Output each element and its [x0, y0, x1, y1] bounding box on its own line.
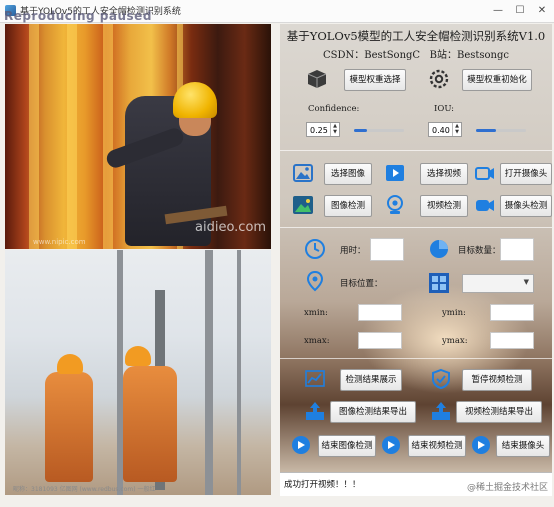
worker-figure — [123, 366, 177, 482]
target-count-field — [500, 238, 534, 261]
section-divider — [280, 150, 552, 151]
model-weight-init-button[interactable]: 模型权重初始化 — [462, 69, 532, 91]
select-video-button[interactable]: 选择视频 — [420, 163, 468, 185]
ymax-label: ymax: — [442, 336, 468, 346]
status-message: 成功打开视频！！！ — [284, 480, 361, 490]
rig-pole — [205, 250, 213, 495]
stop-icon — [292, 436, 310, 454]
maximize-button[interactable]: ☐ — [510, 2, 530, 20]
section-divider — [280, 358, 552, 359]
iou-label: IOU: — [434, 104, 455, 114]
video-file-icon — [386, 165, 404, 181]
target-select-dropdown[interactable]: ▼ — [462, 274, 534, 293]
app-heading: 基于YOLOv5模型的工人安全帽检测识别系统V1.0 — [286, 29, 546, 43]
ymin-field — [490, 304, 534, 321]
image-watermark-logo: aidieo.com — [195, 220, 267, 235]
iou-slider[interactable] — [476, 129, 526, 132]
safety-helmet — [173, 82, 217, 118]
target-count-label: 目标数量： — [458, 246, 501, 256]
csdn-value: BestSongC — [364, 50, 421, 61]
xmin-label: xmin: — [304, 308, 328, 318]
author-info: CSDN：BestSongC B站：Bestsongc — [280, 46, 552, 61]
ymax-field — [490, 332, 534, 349]
ymin-label: ymin: — [442, 308, 466, 318]
detection-image-display: aidieo.com www.nipic.com — [5, 24, 271, 249]
webcam-icon — [387, 195, 403, 214]
confidence-value: 0.25 — [310, 126, 328, 135]
chevron-down-icon: ▼ — [523, 278, 529, 286]
end-image-detect-button[interactable]: 结束图像检测 — [318, 435, 376, 457]
xmin-field — [358, 304, 402, 321]
grid-icon — [429, 273, 449, 293]
location-pin-icon — [306, 270, 324, 292]
image-icon — [293, 164, 313, 182]
confidence-slider-fill — [354, 129, 367, 132]
safety-helmet — [57, 354, 83, 374]
section-divider — [280, 227, 552, 228]
scaffold-post — [67, 24, 77, 249]
minimize-button[interactable]: — — [488, 2, 508, 20]
bilibili-value: Bestsongc — [456, 50, 509, 61]
spin-arrows[interactable]: ▲ ▼ — [330, 123, 339, 136]
close-button[interactable]: ✕ — [532, 2, 552, 20]
recording-overlay-text: Reproducing paused — [4, 9, 152, 23]
image-detect-icon — [293, 196, 313, 214]
iou-slider-fill — [476, 129, 496, 132]
safety-helmet — [125, 346, 151, 366]
export-icon — [432, 402, 450, 420]
open-camera-button[interactable]: 打开摄像头 — [500, 163, 552, 185]
end-video-detect-button[interactable]: 结束视频检测 — [408, 435, 466, 457]
time-label: 用时： — [340, 246, 366, 256]
end-camera-button[interactable]: 结束摄像头 — [496, 435, 550, 457]
video-detect-button[interactable]: 视频检测 — [420, 195, 468, 217]
pie-chart-icon — [430, 240, 448, 258]
title-bar: 基于YOLOv5的工人安全帽检测识别系统 Reproducing paused … — [0, 0, 554, 23]
iou-spinbox[interactable]: 0.40 ▲ ▼ — [428, 122, 462, 137]
csdn-label: CSDN： — [323, 50, 365, 61]
scaffold-post — [29, 24, 39, 249]
camera-detect-button[interactable]: 摄像头检测 — [500, 195, 552, 217]
select-image-button[interactable]: 选择图像 — [324, 163, 372, 185]
settings-icon — [429, 69, 449, 89]
app-window: 基于YOLOv5的工人安全帽检测识别系统 Reproducing paused … — [0, 0, 554, 507]
stop-icon — [472, 436, 490, 454]
export-video-results-button[interactable]: 视频检测结果导出 — [456, 401, 542, 423]
line-chart-icon — [305, 370, 325, 387]
bilibili-label: B站： — [429, 50, 457, 61]
export-icon — [306, 402, 324, 420]
xmax-label: xmax: — [304, 336, 330, 346]
image-detect-button[interactable]: 图像检测 — [324, 195, 372, 217]
spin-arrows[interactable]: ▲ ▼ — [452, 123, 461, 136]
image-watermark-url: www.nipic.com — [33, 238, 86, 246]
show-results-button[interactable]: 检测结果展示 — [340, 369, 402, 391]
camera-icon — [475, 167, 494, 180]
pause-video-detect-button[interactable]: 暂停视频检测 — [462, 369, 532, 391]
export-image-results-button[interactable]: 图像检测结果导出 — [330, 401, 416, 423]
control-panel: 基于YOLOv5模型的工人安全帽检测识别系统V1.0 CSDN：BestSong… — [280, 24, 552, 472]
scaffold-post — [103, 24, 113, 249]
time-value-field — [370, 238, 404, 261]
detection-video-display: 昵称：3181093 亿图网 (www.redbus.com) 一般红 — [5, 250, 271, 495]
stop-icon — [382, 436, 400, 454]
footer-watermark: @稀土掘金技术社区 — [466, 483, 548, 493]
confidence-spinbox[interactable]: 0.25 ▲ ▼ — [306, 122, 340, 137]
confidence-slider[interactable] — [354, 129, 404, 132]
shield-icon — [432, 368, 450, 390]
target-position-label: 目标位置： — [340, 279, 383, 289]
confidence-label: Confidence: — [308, 104, 360, 114]
video-watermark: 昵称：3181093 亿图网 (www.redbus.com) 一般红 — [13, 486, 156, 493]
xmax-field — [358, 332, 402, 349]
camera-detect-icon — [476, 200, 494, 211]
model-weight-select-button[interactable]: 模型权重选择 — [344, 69, 406, 91]
iou-value: 0.40 — [432, 126, 450, 135]
cube-icon — [307, 70, 327, 88]
rig-pole — [237, 250, 241, 495]
clock-icon — [305, 239, 325, 259]
worker-figure — [45, 372, 93, 482]
